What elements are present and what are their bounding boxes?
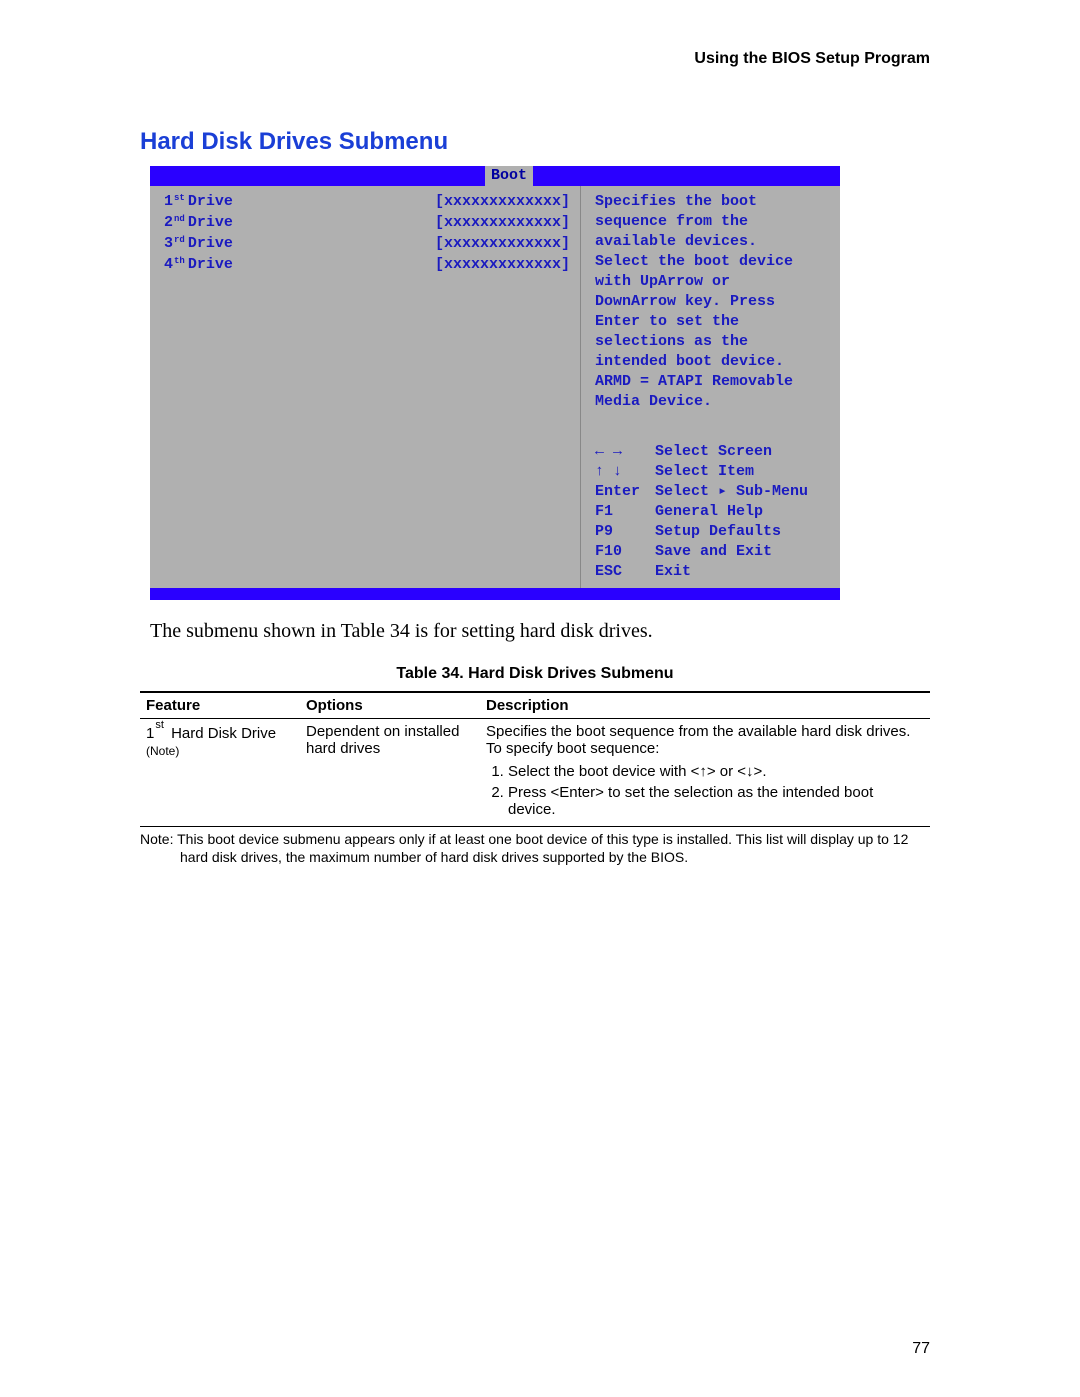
bios-help-line: intended boot device. <box>595 352 830 372</box>
caption-paragraph: The submenu shown in Table 34 is for set… <box>150 620 930 643</box>
th-options: Options <box>300 692 480 719</box>
bios-keymap-row: ESCExit <box>595 562 830 582</box>
running-header: Using the BIOS Setup Program <box>140 50 930 68</box>
bios-keymap-row: F1General Help <box>595 502 830 522</box>
bios-keymap-row: F10Save and Exit <box>595 542 830 562</box>
bios-drive-row: 2nd Drive[xxxxxxxxxxxxx] <box>164 213 570 234</box>
bios-help-line: available devices. <box>595 232 830 252</box>
bios-keymap-action: Setup Defaults <box>655 522 781 542</box>
bios-keymap-row: P9Setup Defaults <box>595 522 830 542</box>
bios-keymap-key: ← → <box>595 442 655 462</box>
bios-drive-value: [xxxxxxxxxxxxx] <box>435 255 570 276</box>
bios-help-line: Select the boot device <box>595 252 830 272</box>
bios-drive-value: [xxxxxxxxxxxxx] <box>435 234 570 255</box>
bios-keymap-key: ↑ ↓ <box>595 462 655 482</box>
bios-keymap-row: ↑ ↓Select Item <box>595 462 830 482</box>
cell-feature: 1st Hard Disk Drive (Note) <box>140 719 300 827</box>
desc-step: Select the boot device with <↑> or <↓>. <box>508 763 924 780</box>
bios-drive-label: 4th Drive <box>164 255 233 276</box>
bios-keymap-row: EnterSelect ▸ Sub-Menu <box>595 482 830 502</box>
section-heading: Hard Disk Drives Submenu <box>140 128 930 156</box>
bios-keymap-action: Select ▸ Sub-Menu <box>655 482 808 502</box>
bios-keymap-key: ESC <box>595 562 655 582</box>
bios-keymap-action: Exit <box>655 562 691 582</box>
bios-tab-bar: Boot <box>150 166 840 186</box>
th-feature: Feature <box>140 692 300 719</box>
bios-drive-row: 4th Drive [xxxxxxxxxxxxx] <box>164 255 570 276</box>
bios-help-line: selections as the <box>595 332 830 352</box>
bios-drive-value: [xxxxxxxxxxxxx] <box>435 192 570 213</box>
bios-help-line: ARMD = ATAPI Removable <box>595 372 830 392</box>
bios-help-line: sequence from the <box>595 212 830 232</box>
table-footnote: Note: This boot device submenu appears o… <box>140 831 930 866</box>
bios-help-panel: Specifies the bootsequence from theavail… <box>580 186 840 588</box>
table-row: 1st Hard Disk Drive (Note) Dependent on … <box>140 719 930 827</box>
bios-help-line: DownArrow key. Press <box>595 292 830 312</box>
cell-options: Dependent on installed hard drives <box>300 719 480 827</box>
bios-keymap-action: Select Item <box>655 462 754 482</box>
bios-help-line: Enter to set the <box>595 312 830 332</box>
bios-help-line: Media Device. <box>595 392 830 412</box>
bios-help-line: with UpArrow or <box>595 272 830 292</box>
bios-keymap-key: P9 <box>595 522 655 542</box>
bios-drive-row: 1st Drive[xxxxxxxxxxxxx] <box>164 192 570 213</box>
bios-bottom-bar <box>150 588 840 600</box>
bios-drive-list: 1st Drive[xxxxxxxxxxxxx]2nd Drive[xxxxxx… <box>150 186 580 588</box>
bios-keymap-action: Save and Exit <box>655 542 772 562</box>
submenu-table: Feature Options Description 1st Hard Dis… <box>140 691 930 827</box>
bios-keymap-key: F1 <box>595 502 655 522</box>
bios-keymap-key: F10 <box>595 542 655 562</box>
bios-keymap-action: Select Screen <box>655 442 772 462</box>
table-caption: Table 34. Hard Disk Drives Submenu <box>140 665 930 683</box>
bios-drive-value: [xxxxxxxxxxxxx] <box>435 213 570 234</box>
bios-tab-boot: Boot <box>485 166 533 186</box>
bios-screen: Boot 1st Drive[xxxxxxxxxxxxx]2nd Drive[x… <box>150 166 840 600</box>
bios-keymap-row: ← →Select Screen <box>595 442 830 462</box>
page-number: 77 <box>912 1340 930 1358</box>
bios-keymap-key: Enter <box>595 482 655 502</box>
bios-help-line: Specifies the boot <box>595 192 830 212</box>
cell-description: Specifies the boot sequence from the ava… <box>480 719 930 827</box>
bios-keymap-action: General Help <box>655 502 763 522</box>
th-description: Description <box>480 692 930 719</box>
bios-drive-row: 3rd Drive[xxxxxxxxxxxxx] <box>164 234 570 255</box>
desc-step: Press <Enter> to set the selection as th… <box>508 784 924 818</box>
